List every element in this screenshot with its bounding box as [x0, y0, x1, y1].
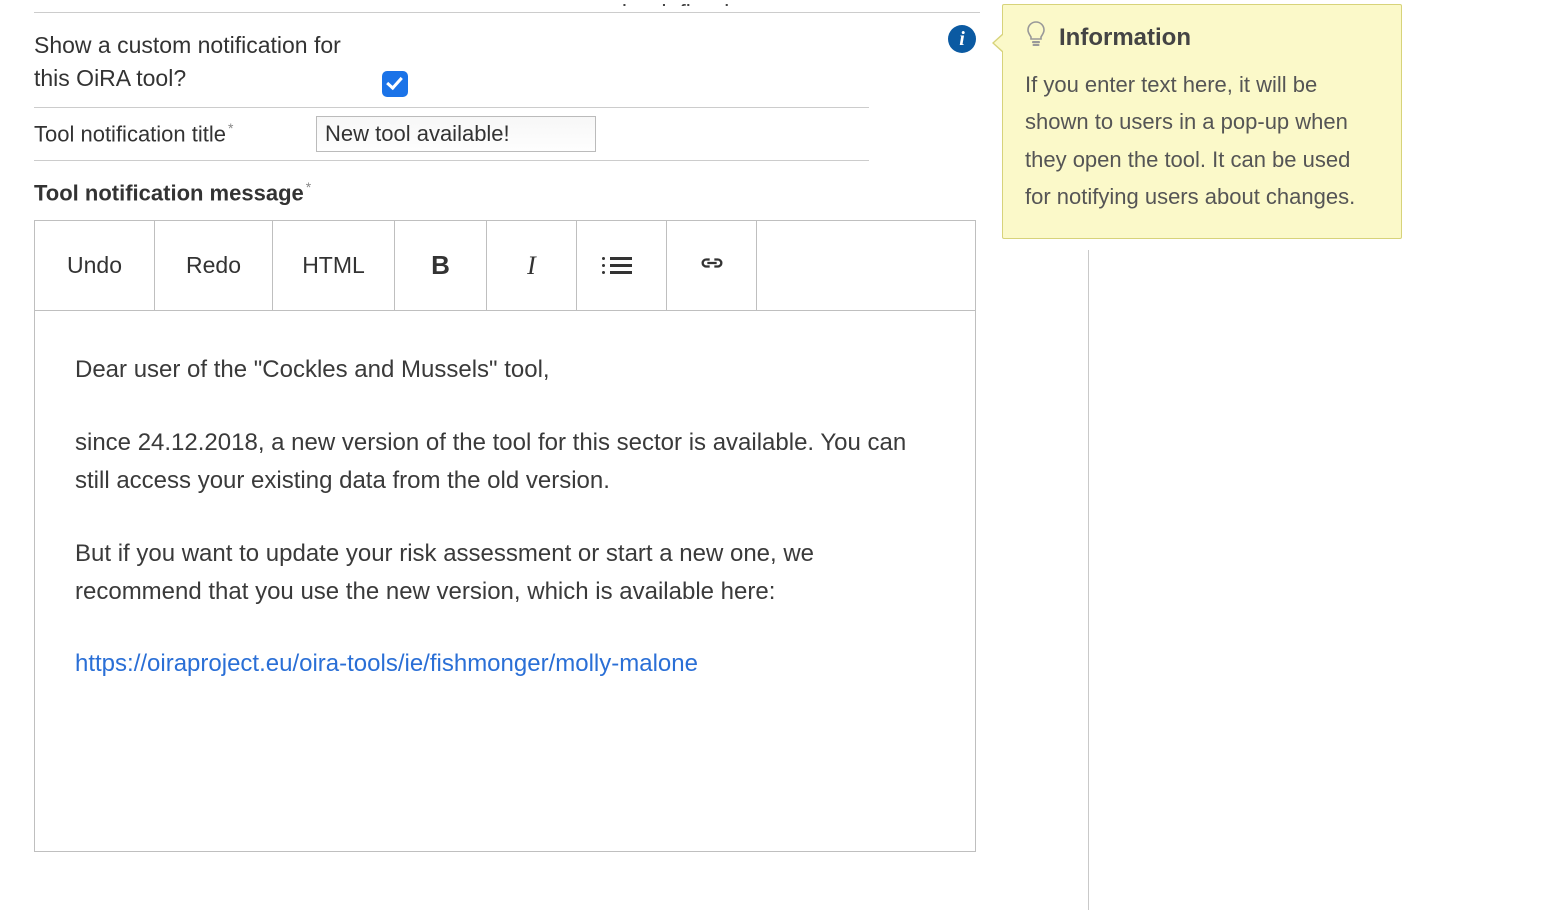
- rich-text-editor: Undo Redo HTML B I: [34, 220, 976, 852]
- required-marker: *: [228, 120, 233, 136]
- editor-paragraph: https://oiraproject.eu/oira-tools/ie/fis…: [75, 645, 939, 683]
- italic-button[interactable]: I: [487, 221, 577, 310]
- editor-toolbar: Undo Redo HTML B I: [35, 221, 975, 311]
- info-icon[interactable]: i: [948, 25, 976, 53]
- info-tooltip: Information If you enter text here, it w…: [1002, 4, 1402, 239]
- link-icon: [698, 252, 726, 279]
- notification-title-input[interactable]: [316, 116, 596, 152]
- insert-link-button[interactable]: [667, 221, 757, 310]
- redo-button[interactable]: Redo: [155, 221, 273, 310]
- form-area: can be defined. Show a custom notificati…: [0, 0, 980, 852]
- tooltip-title: Information: [1059, 24, 1191, 52]
- divider-vertical: [1088, 250, 1089, 910]
- editor-paragraph: since 24.12.2018, a new version of the t…: [75, 424, 939, 501]
- editor-paragraph: But if you want to update your risk asse…: [75, 535, 939, 612]
- undo-button[interactable]: Undo: [35, 221, 155, 310]
- field-notification-title: Tool notification title*: [34, 107, 869, 161]
- field-notification-message: Tool notification message*: [34, 161, 980, 212]
- lightbulb-icon: [1025, 21, 1047, 54]
- previous-field-fragment: can be defined.: [34, 0, 980, 6]
- tooltip-body: If you enter text here, it will be shown…: [1025, 66, 1379, 216]
- bold-button[interactable]: B: [395, 221, 487, 310]
- notification-message-label: Tool notification message: [34, 180, 304, 205]
- html-source-button[interactable]: HTML: [273, 221, 395, 310]
- editor-paragraph: Dear user of the "Cockles and Mussels" t…: [75, 351, 939, 389]
- field-show-custom-notification: Show a custom notification for this OiRA…: [34, 12, 980, 107]
- show-custom-notification-label: Show a custom notification for this OiRA…: [34, 29, 364, 96]
- show-custom-notification-checkbox[interactable]: [382, 71, 408, 97]
- required-marker: *: [306, 179, 311, 195]
- editor-link[interactable]: https://oiraproject.eu/oira-tools/ie/fis…: [75, 650, 698, 677]
- list-icon: [610, 253, 634, 278]
- notification-title-label: Tool notification title*: [34, 120, 316, 147]
- notification-message-editor[interactable]: Dear user of the "Cockles and Mussels" t…: [35, 311, 975, 851]
- bullet-list-button[interactable]: [577, 221, 667, 310]
